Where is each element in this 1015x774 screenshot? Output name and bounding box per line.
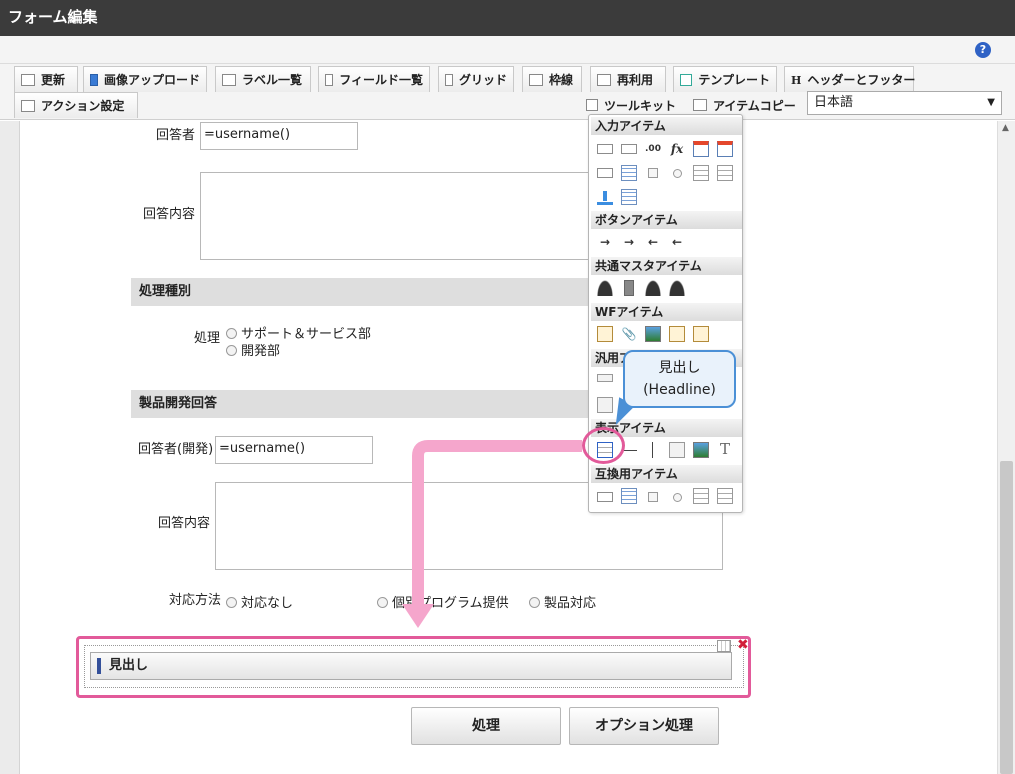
dropdown-icon[interactable] <box>597 168 613 178</box>
list-icon <box>325 73 334 86</box>
tab-field-list[interactable]: フィールド一覧 <box>318 66 430 92</box>
chevron-down-icon: ▼ <box>987 97 995 108</box>
respondent-label: 回答者 <box>156 128 196 143</box>
textbox-icon[interactable] <box>597 144 613 154</box>
share-icon <box>21 99 35 112</box>
user-icon[interactable] <box>597 280 613 296</box>
tab-border[interactable]: 枠線 <box>522 66 582 92</box>
tab-action-settings[interactable]: アクション設定 <box>14 92 138 118</box>
dropdown-icon[interactable] <box>597 492 613 502</box>
arrow-left-icon[interactable]: ← <box>645 234 661 250</box>
process-button[interactable]: 処理 <box>411 707 561 745</box>
box-icon[interactable] <box>669 442 685 458</box>
highlight-box <box>76 636 751 698</box>
tab-image-upload[interactable]: 画像アップロード <box>83 66 207 92</box>
tab-label-list[interactable]: ラベル一覧 <box>215 66 311 92</box>
list-icon[interactable] <box>717 165 733 181</box>
vertical-scrollbar[interactable]: ▲ <box>997 121 1015 774</box>
number-icon[interactable]: .00 <box>645 141 661 157</box>
grid-icon[interactable] <box>621 165 637 181</box>
help-bar: ? <box>0 36 1015 64</box>
user-building-icon[interactable] <box>669 280 685 296</box>
checkbox-icon[interactable] <box>648 492 658 502</box>
response-option-program[interactable]: 個別プログラム提供 <box>377 592 509 611</box>
paperclip-icon[interactable]: 📎 <box>621 326 637 342</box>
grid-icon[interactable] <box>621 488 637 504</box>
scroll-thumb[interactable] <box>1000 461 1013 774</box>
radio-icon[interactable] <box>226 597 237 608</box>
grid-icon[interactable] <box>621 189 637 205</box>
document-icon <box>597 73 611 86</box>
option-process-button[interactable]: オプション処理 <box>569 707 719 745</box>
refresh-icon <box>21 73 35 86</box>
toolbox-icon <box>586 99 598 111</box>
headline-callout: 見出し (Headline) <box>623 350 736 408</box>
tab-template[interactable]: テンプレート <box>673 66 777 92</box>
clipboard-clock-icon[interactable] <box>669 326 685 342</box>
palette-section-master: 共通マスタアイテム <box>591 257 742 275</box>
checkbox-icon[interactable] <box>648 168 658 178</box>
building-icon[interactable] <box>624 280 634 296</box>
radio-icon[interactable] <box>226 328 237 339</box>
radio-icon[interactable] <box>377 597 388 608</box>
highlight-circle <box>582 427 625 464</box>
textbox-icon[interactable] <box>621 144 637 154</box>
palette-section-input: 入力アイテム <box>591 117 742 135</box>
template-icon <box>680 73 693 86</box>
palette-section-wf: WFアイテム <box>591 303 742 321</box>
list-icon[interactable] <box>693 165 709 181</box>
vertical-line-icon[interactable] <box>652 442 653 458</box>
formula-icon[interactable]: fx <box>669 141 685 157</box>
list-icon[interactable] <box>693 488 709 504</box>
palette-section-button: ボタンアイテム <box>591 211 742 229</box>
respondent-input[interactable]: =username() <box>200 122 358 150</box>
answer2-label: 回答内容 <box>158 516 211 531</box>
toolbox-icon <box>693 99 707 111</box>
calendar-icon[interactable] <box>717 141 733 157</box>
tab-grid[interactable]: グリッド <box>438 66 514 92</box>
window-title: フォーム編集 <box>0 0 1015 36</box>
arrow-check-icon[interactable]: → <box>597 234 613 250</box>
grid-icon <box>445 73 453 86</box>
arrow-right-icon[interactable]: → <box>621 234 637 250</box>
border-icon[interactable] <box>597 374 613 382</box>
process-label: 処理 <box>194 331 221 346</box>
help-icon[interactable]: ? <box>975 42 991 58</box>
clipboard-icon[interactable] <box>597 326 613 342</box>
radio-icon[interactable] <box>529 597 540 608</box>
answer-label: 回答内容 <box>143 207 196 222</box>
calendar-icon[interactable] <box>693 141 709 157</box>
stamp-icon[interactable] <box>693 326 709 342</box>
radio-icon[interactable] <box>226 345 237 356</box>
left-gutter <box>0 121 20 774</box>
answer-textarea[interactable] <box>200 172 590 260</box>
response-option-product[interactable]: 製品対応 <box>529 592 596 611</box>
section-product-dev: 製品開発回答 <box>131 390 590 418</box>
upload-icon[interactable] <box>597 189 613 205</box>
language-select[interactable]: 日本語 ▼ <box>807 91 1002 115</box>
tab-update[interactable]: 更新 <box>14 66 78 92</box>
header-icon: H <box>791 73 802 87</box>
scroll-up-icon[interactable]: ▲ <box>1002 123 1009 133</box>
list-icon[interactable] <box>717 488 733 504</box>
respondent-dev-input[interactable]: =username() <box>215 436 373 464</box>
image-icon[interactable] <box>693 442 709 458</box>
image-icon <box>90 73 98 86</box>
tab-header-footer[interactable]: H ヘッダーとフッター <box>784 66 915 92</box>
tab-reuse[interactable]: 再利用 <box>590 66 666 92</box>
response-label: 対応方法 <box>169 593 222 608</box>
response-option-none[interactable]: 対応なし <box>226 592 293 611</box>
radio-icon[interactable] <box>673 169 682 178</box>
border-icon <box>529 73 543 86</box>
text-icon[interactable]: T <box>717 441 733 457</box>
respondent-dev-label: 回答者(開発) <box>138 442 214 457</box>
section-process-type: 処理種別 <box>131 278 590 306</box>
list-icon <box>222 73 236 86</box>
process-option-dev[interactable]: 開発部 <box>226 340 280 359</box>
image-icon[interactable] <box>645 326 661 342</box>
radio-icon[interactable] <box>673 493 682 502</box>
arrow-back-icon[interactable]: ← <box>669 234 685 250</box>
user-building-icon[interactable] <box>645 280 661 296</box>
palette-section-compat: 互換用アイテム <box>591 465 742 483</box>
